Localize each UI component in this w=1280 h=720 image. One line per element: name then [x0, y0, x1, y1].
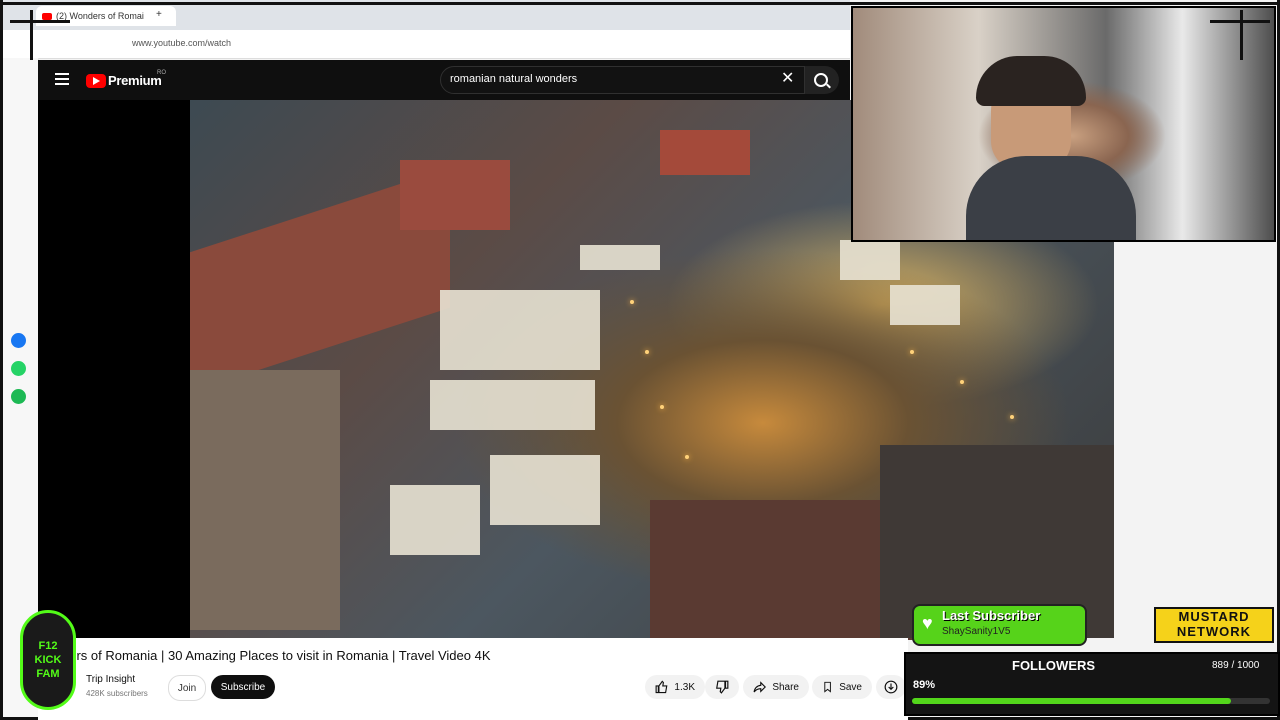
street-lamp: [960, 380, 964, 384]
heart-icon: ♥: [922, 613, 933, 633]
roof-shape: [400, 160, 510, 230]
followers-count: 889 / 1000: [1212, 660, 1260, 671]
download-icon: [884, 680, 898, 694]
market-tent: [580, 245, 660, 270]
video-title: ders of Romania | 30 Amazing Places to v…: [62, 648, 491, 663]
street-lamp: [685, 455, 689, 459]
share-icon: [753, 681, 766, 693]
kick-badge-line2: KICK FAM: [34, 654, 62, 680]
messenger-icon[interactable]: [11, 333, 26, 348]
search-input[interactable]: romanian natural wonders: [450, 73, 577, 85]
mustard-logo-line2: NETWORK: [1176, 624, 1252, 639]
join-button[interactable]: Join: [168, 675, 206, 701]
market-tent: [490, 455, 600, 525]
youtube-favicon-icon: [42, 12, 52, 20]
market-tent: [890, 285, 960, 325]
building-shape: [190, 370, 340, 630]
market-tent: [390, 485, 480, 555]
market-tent: [440, 290, 600, 370]
kick-badge-line1: F12: [38, 640, 58, 652]
street-lamp: [660, 405, 664, 409]
street-lamp: [910, 350, 914, 354]
kick-fam-badge: F12 KICK FAM: [20, 610, 76, 710]
save-label: Save: [839, 681, 862, 693]
share-button[interactable]: Share: [743, 675, 809, 699]
roof-shape: [660, 130, 750, 175]
last-subscriber-name: ShaySanity1V5: [942, 626, 1011, 637]
frame-line: [1240, 10, 1243, 60]
dislike-icon: [716, 680, 729, 694]
webcam-frame: [851, 6, 1276, 242]
url-text[interactable]: www.youtube.com/watch: [132, 38, 231, 48]
followers-percent: 89%: [913, 679, 936, 691]
like-icon: [655, 680, 668, 694]
save-icon: [824, 681, 831, 693]
dislike-button[interactable]: [705, 675, 739, 699]
download-button[interactable]: [876, 675, 906, 699]
like-count: 1.3K: [674, 681, 695, 693]
frame-line: [0, 2, 1280, 5]
mustard-logo-line1: MUSTARD: [1178, 609, 1250, 624]
new-tab-button[interactable]: +: [156, 9, 162, 20]
like-button[interactable]: 1.3K: [645, 675, 705, 699]
spotify-icon[interactable]: [11, 389, 26, 404]
youtube-logo-icon[interactable]: [86, 74, 106, 88]
menu-icon[interactable]: [55, 73, 69, 85]
address-bar[interactable]: [0, 30, 850, 59]
youtube-brand[interactable]: Premium: [108, 73, 162, 88]
followers-title: FOLLOWERS: [1012, 658, 1096, 673]
search-icon[interactable]: [814, 73, 828, 87]
market-tent: [430, 380, 595, 430]
save-button[interactable]: Save: [812, 675, 872, 699]
mustard-network-logo: MUSTARD NETWORK: [1154, 607, 1274, 643]
share-label: Share: [772, 681, 799, 693]
street-lamp: [630, 300, 634, 304]
frame-line: [30, 10, 33, 60]
street-lamp: [1010, 415, 1014, 419]
channel-subscriber-count: 428K subscribers: [86, 689, 148, 698]
street-lamp: [645, 350, 649, 354]
market-tent: [840, 240, 900, 280]
whatsapp-icon[interactable]: [11, 361, 26, 376]
channel-name[interactable]: Trip Insight: [86, 674, 135, 685]
clear-icon[interactable]: ✕: [781, 71, 794, 87]
frame-line: [0, 0, 3, 720]
youtube-region: RO: [157, 70, 166, 76]
last-subscriber-title: Last Subscriber: [942, 608, 1041, 623]
subscribe-button[interactable]: Subscribe: [211, 675, 275, 699]
followers-progress-fill: [912, 698, 1231, 704]
browser-tab[interactable]: (2) Wonders of Romai: [36, 6, 176, 26]
frame-line: [10, 20, 70, 23]
